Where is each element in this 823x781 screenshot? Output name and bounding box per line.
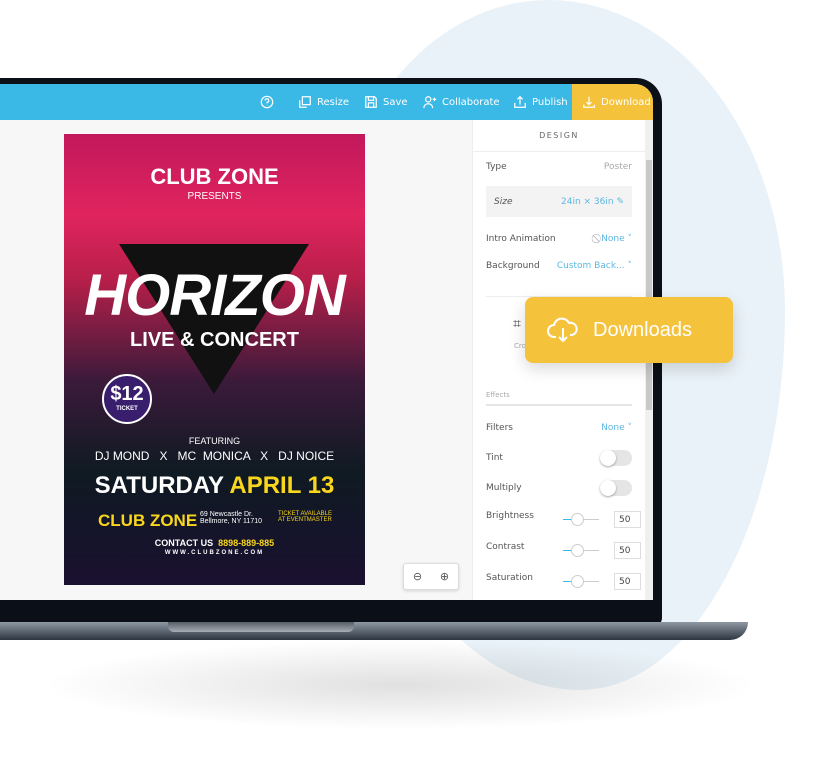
type-label: Type xyxy=(486,162,507,172)
multiply-label: Multiply xyxy=(486,483,522,493)
publish-button[interactable]: Publish xyxy=(513,84,568,120)
type-value: Poster xyxy=(603,162,632,172)
contrast-row: Contrast 50 xyxy=(486,542,646,562)
poster-venue: CLUB ZONE xyxy=(98,511,198,530)
contrast-label: Contrast xyxy=(486,542,525,552)
save-label: Save xyxy=(383,96,408,108)
saturation-slider[interactable] xyxy=(563,575,599,588)
poster-subtitle: LIVE & CONCERT xyxy=(130,329,299,351)
saturation-label: Saturation xyxy=(486,573,533,583)
filters-select[interactable]: None ˅ xyxy=(601,423,632,433)
panel-title: DESIGN xyxy=(473,120,645,152)
question-circle-icon xyxy=(260,95,274,109)
address-line2: Bellmore, NY 11710 xyxy=(200,518,262,525)
saturation-input[interactable]: 50 xyxy=(614,573,641,590)
save-icon xyxy=(365,96,377,108)
address-line1: 69 Newcastle Dr. xyxy=(200,511,253,518)
size-value: 24in × 36in xyxy=(561,196,614,207)
collaborate-label: Collaborate xyxy=(442,96,500,108)
filters-label: Filters xyxy=(486,423,513,433)
poster-artists: DJ MOND X MC MONICA X DJ NOICE xyxy=(94,449,335,463)
download-icon xyxy=(583,96,595,108)
price: $12 xyxy=(110,383,144,405)
effects-label: Effects xyxy=(486,391,510,399)
crop-icon[interactable]: ⌗ xyxy=(513,316,521,332)
pencil-icon[interactable]: ✎ xyxy=(616,197,624,207)
brightness-row: Brightness 50 xyxy=(486,511,646,531)
tint-toggle[interactable] xyxy=(600,450,632,466)
ticket-line2: AT EVENTMASTER xyxy=(278,517,332,523)
resize-label: Resize xyxy=(317,96,350,108)
zoom-in-icon[interactable]: ⊕ xyxy=(440,570,449,583)
size-row[interactable]: Size 24in × 36in ✎ xyxy=(486,186,632,217)
saturation-row: Saturation 50 xyxy=(486,573,646,593)
laptop-notch xyxy=(168,622,354,632)
zoom-controls: ⊖ ⊕ xyxy=(403,563,459,590)
contrast-input[interactable]: 50 xyxy=(614,542,641,559)
intro-animation-value: None xyxy=(601,234,625,244)
poster-canvas[interactable]: CLUB ZONE PRESENTS HORIZON LIVE & CONCER… xyxy=(64,134,365,585)
zoom-out-icon[interactable]: ⊖ xyxy=(413,570,422,583)
download-label: Download xyxy=(601,96,651,108)
price-badge: $12 TICKET xyxy=(102,374,152,424)
brightness-input[interactable]: 50 xyxy=(614,511,641,528)
ticket-label: TICKET xyxy=(116,406,138,412)
resize-icon xyxy=(299,96,311,108)
downloads-popup[interactable]: Downloads xyxy=(525,297,733,363)
publish-label: Publish xyxy=(532,96,568,108)
contrast-slider[interactable] xyxy=(563,544,599,557)
poster-presents: PRESENTS xyxy=(187,191,242,202)
add-user-icon xyxy=(423,96,437,109)
resize-button[interactable]: Resize xyxy=(298,84,349,120)
help-button[interactable] xyxy=(260,84,274,120)
collaborate-button[interactable]: Collaborate xyxy=(423,84,500,120)
poster-club-name: CLUB ZONE xyxy=(150,164,279,189)
save-button[interactable]: Save xyxy=(364,84,408,120)
download-button[interactable]: Download xyxy=(572,84,653,120)
poster-date: APRIL 13 xyxy=(229,472,335,499)
tint-label: Tint xyxy=(486,453,503,463)
toolbar: Resize Save Collaborate Publish Download xyxy=(0,84,653,120)
phone: 8898-889-885 xyxy=(218,538,275,548)
filters-value: None xyxy=(601,423,625,433)
intro-animation-select[interactable]: ⃠ None ˅ xyxy=(598,234,632,244)
poster-featuring: FEATURING xyxy=(188,436,241,446)
downloads-label: Downloads xyxy=(593,318,692,341)
brightness-slider[interactable] xyxy=(563,513,599,526)
contact-label: CONTACT US xyxy=(154,538,214,548)
upload-icon xyxy=(514,95,526,108)
background-select[interactable]: Custom Back... ˅ xyxy=(557,261,632,271)
poster-day: SATURDAY xyxy=(94,472,224,499)
website: WWW.CLUBZONE.COM xyxy=(164,550,265,556)
multiply-toggle[interactable] xyxy=(600,480,632,496)
intro-animation-label: Intro Animation xyxy=(486,234,556,244)
size-label: Size xyxy=(494,196,513,207)
laptop-base xyxy=(0,622,748,640)
cloud-download-icon xyxy=(547,317,578,343)
laptop-shadow xyxy=(40,640,760,730)
poster-title: HORIZON xyxy=(84,263,345,328)
brightness-label: Brightness xyxy=(486,511,534,521)
background-value: Custom Back... xyxy=(556,261,625,271)
background-label: Background xyxy=(486,261,540,271)
